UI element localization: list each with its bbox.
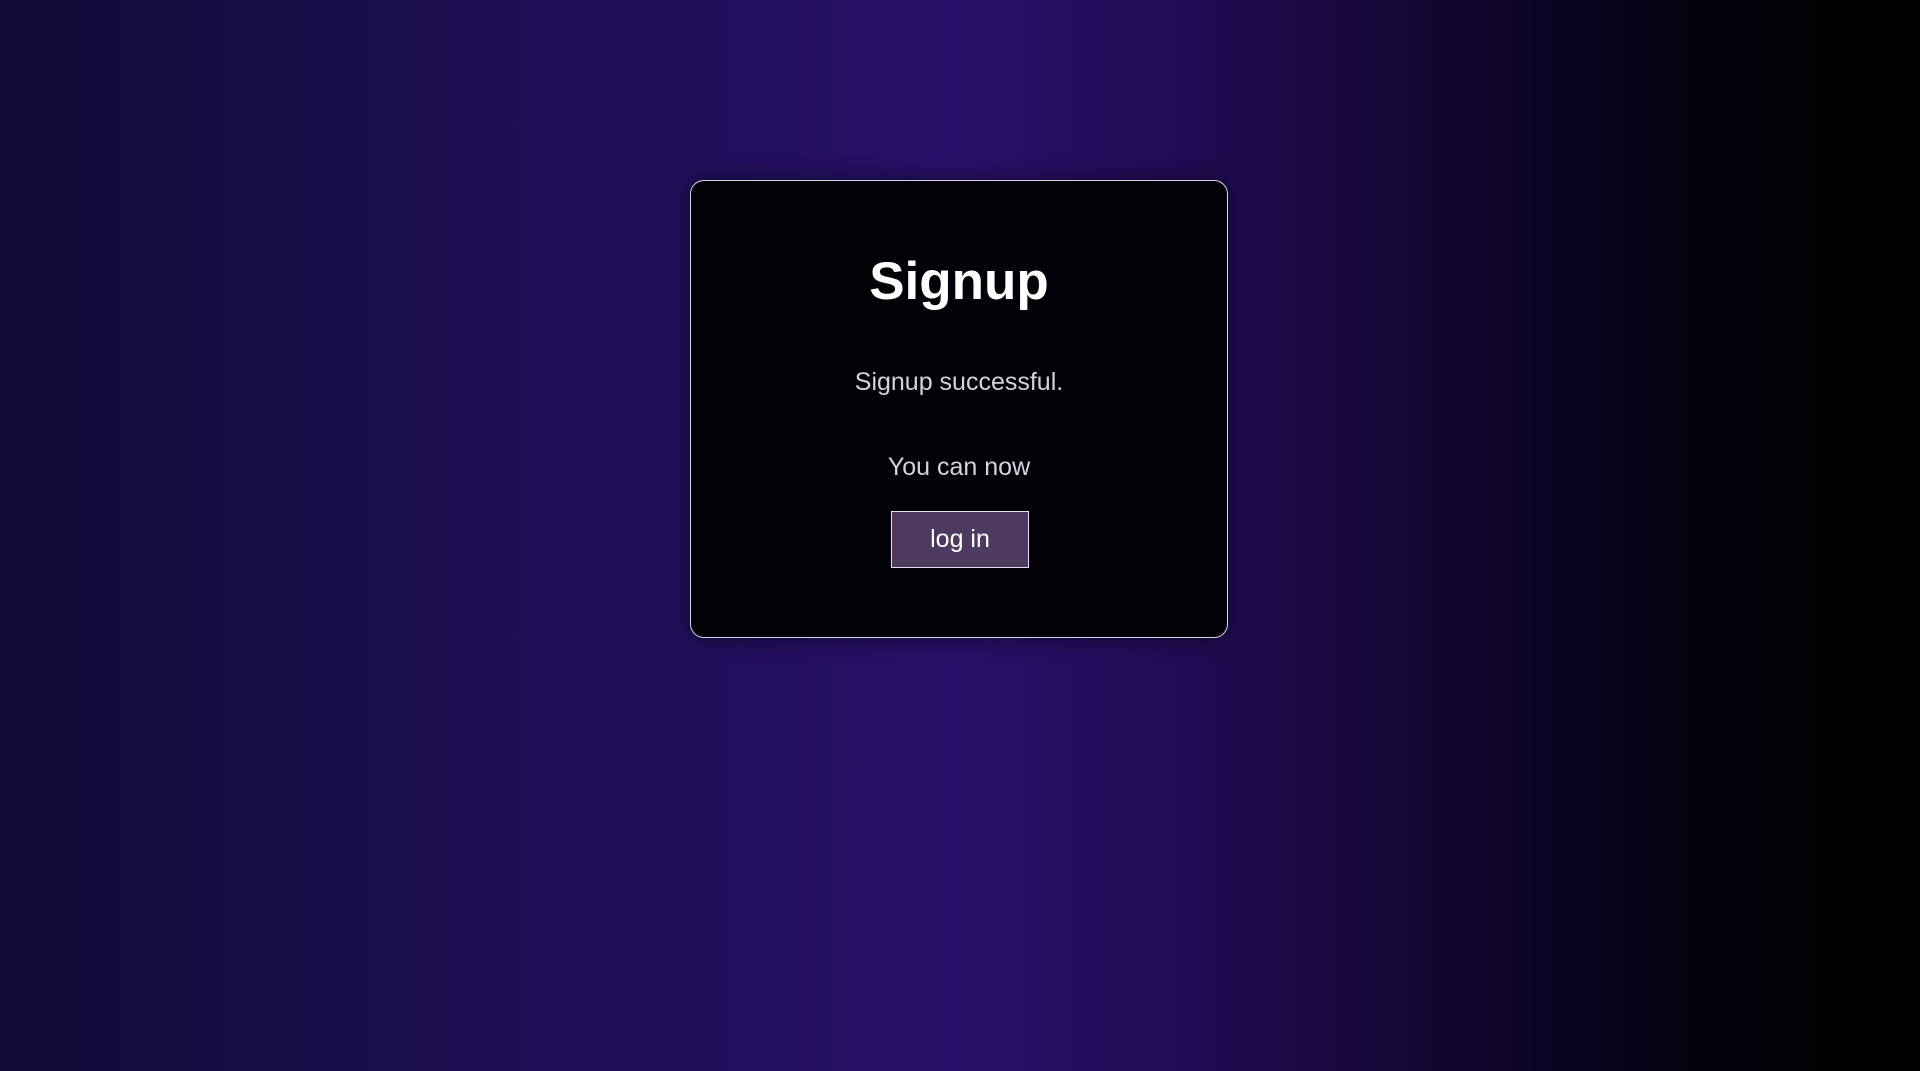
success-message: Signup successful.	[854, 368, 1064, 396]
signup-card: Signup Signup successful. You can now lo…	[690, 180, 1228, 638]
page-title: Signup	[869, 252, 1049, 311]
login-prompt-text: You can now	[887, 453, 1031, 481]
login-button[interactable]: log in	[891, 511, 1029, 568]
